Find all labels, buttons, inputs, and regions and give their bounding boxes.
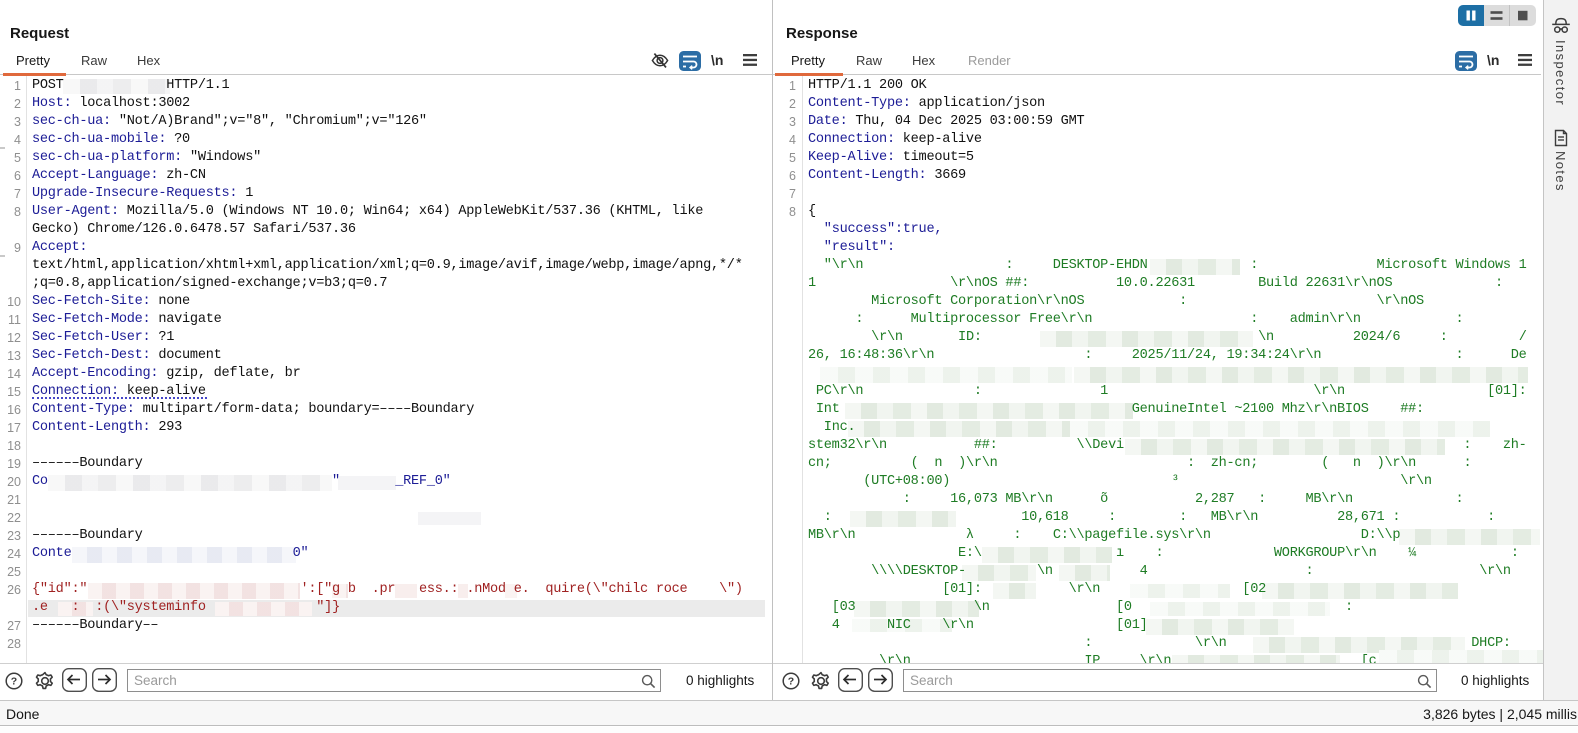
svg-text:?: ? xyxy=(11,676,17,688)
svg-text:?: ? xyxy=(788,676,794,688)
